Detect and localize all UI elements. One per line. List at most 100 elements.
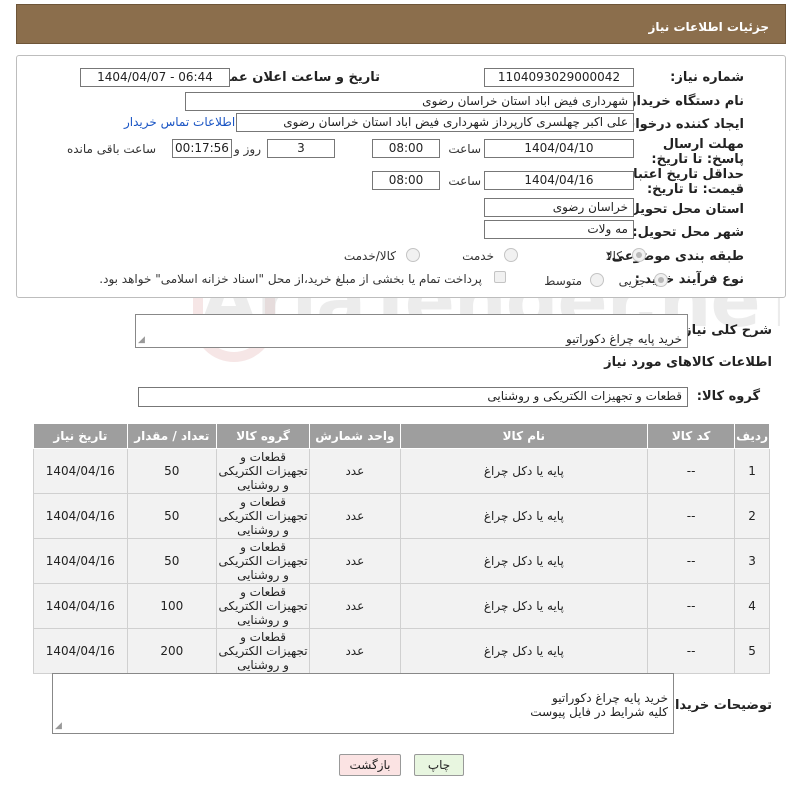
cell-row-number: 3: [734, 538, 770, 584]
table-row: 4 -- پایه یا دکل چراغ عدد قطعات و تجهیزا…: [33, 583, 770, 629]
cell-need-date: 1404/04/16: [33, 583, 128, 629]
cell-unit: عدد: [309, 628, 401, 674]
remaining-time-label: ساعت باقی مانده: [66, 142, 156, 156]
category-option-goods-service: کالا/خدمت: [343, 249, 396, 263]
print-button[interactable]: چاپ: [414, 754, 464, 776]
cell-goods-group: قطعات و تجهیزات الکتریکی و روشنایی: [215, 493, 311, 539]
announce-datetime-field: 1404/04/07 - 06:44: [80, 68, 230, 87]
process-radio-minor[interactable]: [654, 273, 668, 287]
cell-need-date: 1404/04/16: [33, 538, 128, 584]
buyer-contact-link[interactable]: اطلاعات تماس خریدار: [124, 115, 235, 129]
back-button[interactable]: بازگشت: [339, 754, 401, 776]
page-title: جزئیات اطلاعات نیاز: [16, 4, 786, 44]
col-header-goods-code: کد کالا: [647, 423, 736, 449]
process-type-label: نوع فرآیند خرید :: [634, 272, 744, 287]
cell-goods-group: قطعات و تجهیزات الکتریکی و روشنایی: [215, 583, 311, 629]
reply-time-label: ساعت: [448, 142, 481, 156]
buyer-notes-textarea[interactable]: خرید پایه چراغ دکوراتیو کلیه شرایط در فا…: [52, 673, 674, 734]
price-validity-label: حداقل تاریخ اعتبار قیمت: تا تاریخ:: [625, 167, 744, 197]
cell-unit: عدد: [309, 583, 401, 629]
cell-goods-code: --: [647, 493, 736, 539]
cell-need-date: 1404/04/16: [33, 448, 128, 494]
city-label: شهر محل تحویل:: [632, 225, 744, 240]
cell-goods-name: پایه یا دکل چراغ: [399, 538, 649, 584]
cell-unit: عدد: [309, 493, 401, 539]
province-field: خراسان رضوی: [484, 198, 634, 217]
cell-goods-code: --: [647, 628, 736, 674]
buyer-notes-label: توضیحات خریدار:: [662, 698, 772, 713]
cell-goods-group: قطعات و تجهیزات الکتریکی و روشنایی: [215, 628, 311, 674]
resize-grip-icon[interactable]: ◢: [138, 336, 145, 345]
remaining-time-field: 00:17:56: [172, 139, 232, 158]
col-header-quantity: تعداد / مقدار: [126, 423, 217, 449]
need-number-field: 1104093029000042: [484, 68, 634, 87]
need-number-label: شماره نیاز:: [670, 70, 744, 85]
buyer-org-field: شهرداری فیض اباد استان خراسان رضوی: [185, 92, 634, 111]
reply-time-field: 08:00: [372, 139, 440, 158]
treasury-payment-checkbox[interactable]: [494, 271, 506, 283]
resize-grip-icon[interactable]: ◢: [55, 722, 62, 731]
cell-row-number: 4: [734, 583, 770, 629]
cell-quantity: 50: [126, 538, 217, 584]
table-row: 3 -- پایه یا دکل چراغ عدد قطعات و تجهیزا…: [33, 538, 770, 584]
category-label: طبقه بندی موضوعی:: [606, 249, 744, 264]
requester-field: علی اکبر چهلسری کارپرداز شهرداری فیض ابا…: [236, 113, 634, 132]
cell-goods-code: --: [647, 538, 736, 584]
cell-row-number: 5: [734, 628, 770, 674]
table-header-row: ردیف کد کالا نام کالا واحد شمارش گروه کا…: [33, 423, 770, 449]
price-date-field: 1404/04/16: [484, 171, 634, 190]
days-label: روز و: [234, 142, 261, 156]
goods-table: ردیف کد کالا نام کالا واحد شمارش گروه کا…: [33, 423, 770, 674]
cell-quantity: 50: [126, 493, 217, 539]
cell-goods-code: --: [647, 583, 736, 629]
reply-deadline-label: مهلت ارسال پاسخ: تا تاریخ:: [651, 137, 744, 167]
col-header-unit: واحد شمارش: [309, 423, 401, 449]
col-header-goods-group: گروه کالا: [215, 423, 311, 449]
process-radio-medium[interactable]: [590, 273, 604, 287]
treasury-payment-note: پرداخت تمام یا بخشی از مبلغ خرید،از محل …: [99, 272, 482, 286]
summary-textarea[interactable]: خرید پایه چراغ دکوراتیو کلیه شرایط در فا…: [135, 314, 688, 348]
cell-quantity: 50: [126, 448, 217, 494]
col-header-goods-name: نام کالا: [399, 423, 649, 449]
cell-goods-name: پایه یا دکل چراغ: [399, 628, 649, 674]
col-header-need-date: تاریخ نیاز: [33, 423, 128, 449]
buyer-notes-text: خرید پایه چراغ دکوراتیو کلیه شرایط در فا…: [530, 691, 668, 719]
cell-goods-code: --: [647, 448, 736, 494]
goods-section-title: اطلاعات کالاهای مورد نیاز: [604, 355, 772, 370]
summary-text: خرید پایه چراغ دکوراتیو کلیه شرایط در فا…: [544, 332, 682, 347]
cell-row-number: 2: [734, 493, 770, 539]
cell-goods-group: قطعات و تجهیزات الکتریکی و روشنایی: [215, 448, 311, 494]
buyer-org-label: نام دستگاه خریدار:: [623, 94, 744, 109]
table-row: 5 -- پایه یا دکل چراغ عدد قطعات و تجهیزا…: [33, 628, 770, 674]
process-option-minor: جزیی: [618, 274, 646, 288]
category-radio-goods[interactable]: [632, 248, 646, 262]
price-time-field: 08:00: [372, 171, 440, 190]
cell-unit: عدد: [309, 538, 401, 584]
category-radio-service[interactable]: [504, 248, 518, 262]
province-label: استان محل تحویل:: [623, 202, 744, 217]
summary-label: شرح کلی نیاز:: [678, 323, 772, 338]
category-option-goods: کالا: [605, 249, 622, 263]
days-remaining-field: 3: [267, 139, 335, 158]
category-radio-goods-service[interactable]: [406, 248, 420, 262]
cell-quantity: 200: [126, 628, 217, 674]
goods-group-field: قطعات و تجهیزات الکتریکی و روشنایی: [138, 387, 688, 407]
process-option-medium: متوسط: [544, 274, 582, 288]
cell-goods-name: پایه یا دکل چراغ: [399, 448, 649, 494]
cell-unit: عدد: [309, 448, 401, 494]
cell-goods-name: پایه یا دکل چراغ: [399, 493, 649, 539]
goods-group-label: گروه کالا:: [696, 389, 760, 404]
table-row: 1 -- پایه یا دکل چراغ عدد قطعات و تجهیزا…: [33, 448, 770, 494]
cell-goods-name: پایه یا دکل چراغ: [399, 583, 649, 629]
col-header-row-number: ردیف: [734, 423, 770, 449]
price-time-label: ساعت: [448, 174, 481, 188]
cell-quantity: 100: [126, 583, 217, 629]
cell-need-date: 1404/04/16: [33, 493, 128, 539]
reply-date-field: 1404/04/10: [484, 139, 634, 158]
cell-row-number: 1: [734, 448, 770, 494]
table-row: 2 -- پایه یا دکل چراغ عدد قطعات و تجهیزا…: [33, 493, 770, 539]
category-option-service: خدمت: [462, 249, 494, 263]
cell-need-date: 1404/04/16: [33, 628, 128, 674]
city-field: مه ولات: [484, 220, 634, 239]
cell-goods-group: قطعات و تجهیزات الکتریکی و روشنایی: [215, 538, 311, 584]
